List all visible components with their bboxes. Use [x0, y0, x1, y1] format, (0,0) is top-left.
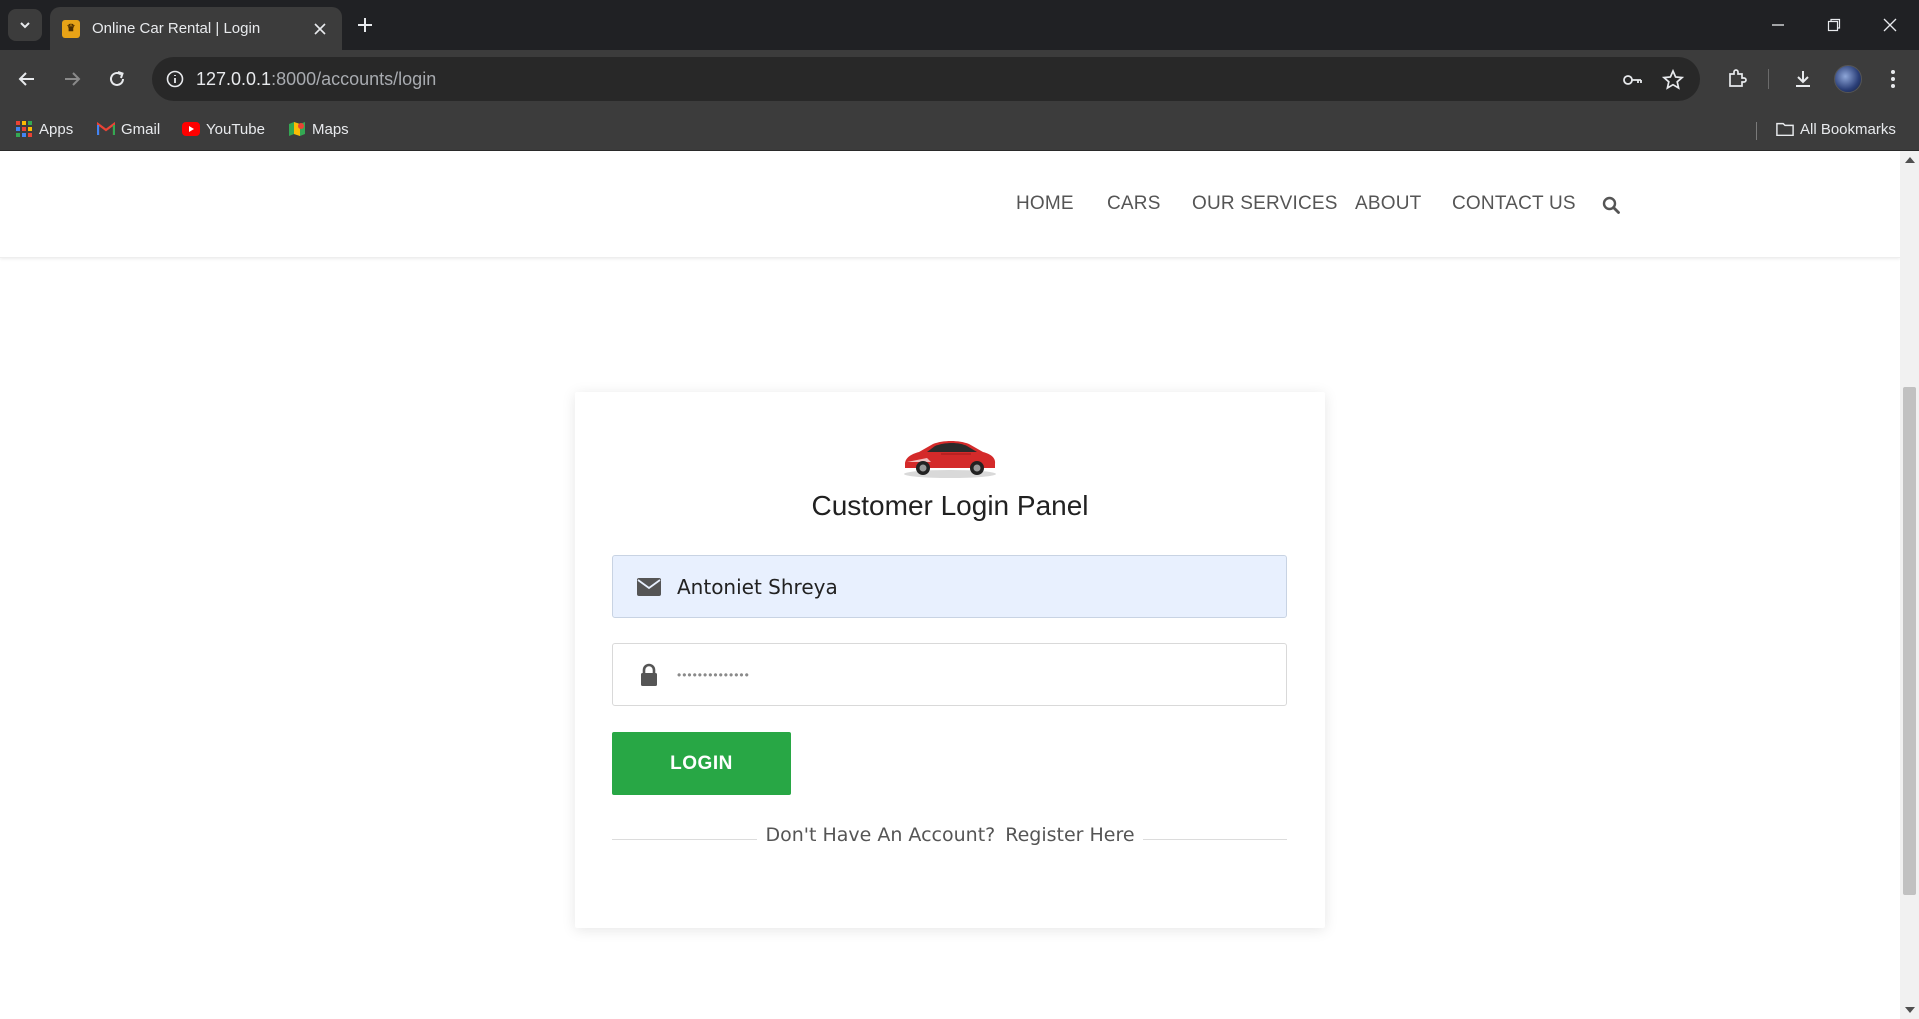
email-field-value[interactable]: Antoniet Shreya: [677, 575, 838, 599]
url-text[interactable]: 127.0.0.1:8000/accounts/login: [196, 69, 436, 90]
bookmark-star-icon[interactable]: [1661, 68, 1685, 92]
address-bar[interactable]: 127.0.0.1:8000/accounts/login: [152, 57, 1700, 101]
password-key-icon[interactable]: [1620, 68, 1644, 92]
browser-tab-strip: ♛ Online Car Rental | Login: [0, 0, 1919, 50]
bookmark-gmail-label: Gmail: [121, 120, 161, 138]
bookmark-maps[interactable]: Maps: [288, 117, 349, 141]
close-window-icon[interactable]: [1870, 10, 1910, 40]
restore-icon[interactable]: [1814, 10, 1854, 40]
car-logo-icon: [901, 432, 999, 480]
nav-cars[interactable]: CARS: [1107, 193, 1161, 215]
gmail-icon: [97, 120, 115, 138]
bookmark-apps[interactable]: Apps: [15, 117, 73, 141]
tab-search-button[interactable]: [8, 9, 42, 41]
scroll-down-arrow-icon[interactable]: [1905, 1007, 1915, 1013]
password-field-value[interactable]: ••••••••••••••: [677, 668, 750, 682]
login-button[interactable]: LOGIN: [612, 732, 791, 795]
nav-about[interactable]: ABOUT: [1355, 193, 1421, 215]
all-bookmarks-label: All Bookmarks: [1800, 120, 1896, 138]
no-account-text: Don't Have An Account?: [765, 824, 996, 846]
bookmark-gmail[interactable]: Gmail: [97, 117, 160, 141]
password-field[interactable]: ••••••••••••••: [612, 643, 1287, 706]
login-card: Customer Login Panel Antoniet Shreya •••…: [575, 392, 1325, 928]
site-header: HOME CARS OUR SERVICES ABOUT CONTACT US: [0, 151, 1900, 258]
toolbar-separator: [1768, 69, 1769, 89]
reload-icon[interactable]: [101, 63, 133, 95]
chevron-down-icon: [20, 22, 30, 29]
register-prompt: Don't Have An Account? Register Here: [575, 824, 1325, 846]
scroll-up-arrow-icon[interactable]: [1905, 157, 1915, 163]
nav-contact-us[interactable]: CONTACT US: [1452, 193, 1576, 215]
bookmarks-separator: [1756, 122, 1757, 140]
extensions-icon[interactable]: [1723, 65, 1751, 93]
nav-home[interactable]: HOME: [1016, 193, 1074, 215]
scrollbar-thumb[interactable]: [1903, 387, 1916, 895]
page-viewport: HOME CARS OUR SERVICES ABOUT CONTACT US …: [0, 151, 1900, 1019]
tab-title: Online Car Rental | Login: [92, 20, 261, 37]
maps-icon: [288, 120, 306, 138]
bookmarks-bar: Apps Gmail YouTube Maps All Bookmarks: [0, 108, 1919, 151]
site-favicon-icon: ♛: [62, 19, 80, 38]
tab-close-icon[interactable]: [310, 19, 330, 39]
youtube-icon: [182, 120, 200, 138]
nav-our-services[interactable]: OUR SERVICES: [1192, 193, 1338, 215]
url-path: :8000/accounts/login: [271, 69, 437, 89]
page-scrollbar[interactable]: [1900, 151, 1919, 1019]
register-link[interactable]: Register Here: [1005, 824, 1134, 846]
profile-avatar[interactable]: [1834, 65, 1862, 93]
lock-icon: [636, 662, 662, 688]
apps-grid-icon: [15, 120, 33, 138]
browser-toolbar: 127.0.0.1:8000/accounts/login: [0, 50, 1919, 108]
envelope-icon: [636, 574, 662, 600]
site-info-icon[interactable]: [164, 68, 186, 90]
active-tab[interactable]: ♛ Online Car Rental | Login: [50, 7, 342, 50]
login-panel-title: Customer Login Panel: [811, 490, 1089, 521]
url-host: 127.0.0.1: [196, 69, 272, 89]
folder-icon: [1776, 120, 1794, 138]
minimize-icon[interactable]: [1758, 10, 1798, 40]
bookmark-apps-label: Apps: [39, 120, 74, 138]
bookmark-youtube[interactable]: YouTube: [182, 117, 265, 141]
forward-arrow-icon[interactable]: [56, 63, 88, 95]
bookmark-maps-label: Maps: [312, 120, 349, 138]
back-arrow-icon[interactable]: [11, 63, 43, 95]
download-icon[interactable]: [1789, 65, 1817, 93]
email-field[interactable]: Antoniet Shreya: [612, 555, 1287, 618]
new-tab-plus-icon[interactable]: [352, 12, 378, 38]
all-bookmarks[interactable]: All Bookmarks: [1776, 117, 1896, 141]
search-icon[interactable]: [1600, 194, 1622, 216]
menu-dots-icon[interactable]: [1879, 65, 1907, 93]
bookmark-youtube-label: YouTube: [206, 120, 265, 138]
